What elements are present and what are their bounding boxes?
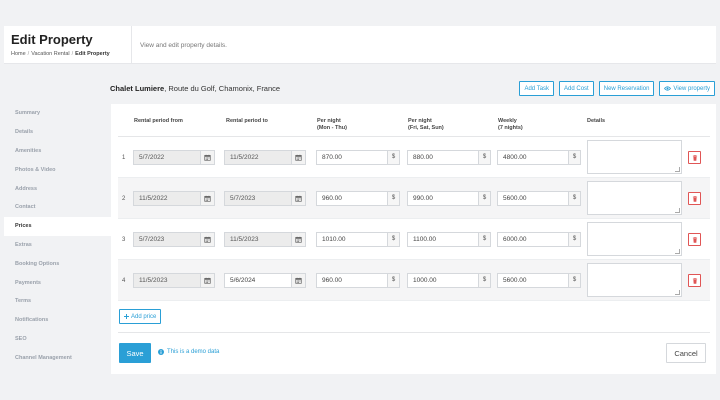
trash-icon — [692, 154, 697, 161]
weekend-price-input[interactable]: 990.00 $ — [407, 191, 491, 206]
details-textarea[interactable] — [587, 222, 682, 256]
add-price-button[interactable]: Add price — [119, 309, 162, 324]
weekend-price-input[interactable]: 1000.00 $ — [407, 273, 491, 288]
calendar-icon[interactable] — [200, 233, 214, 246]
info-icon — [158, 349, 164, 355]
demo-note-text: This is a demo data — [167, 349, 220, 355]
new-reservation-button[interactable]: New Reservation — [598, 81, 655, 96]
table-row: 3 5/7/2023 11/5/2023 1010.00 $ 1100.00 $ 6… — [118, 219, 710, 260]
rental-from-field[interactable]: 5/7/2023 — [133, 232, 215, 247]
action-buttons: Add Task Add Cost New Reservation View p… — [519, 81, 715, 96]
add-task-button[interactable]: Add Task — [519, 81, 555, 96]
calendar-icon[interactable] — [200, 274, 214, 287]
demo-note: This is a demo data — [158, 349, 219, 355]
weekend-price-input[interactable]: 1100.00 $ — [407, 232, 491, 247]
weekday-price-input[interactable]: 1010.00 $ — [316, 232, 400, 247]
page-description: View and edit property details. — [140, 42, 227, 49]
sidebar-item-prices[interactable]: Prices — [4, 216, 111, 236]
sidebar-item-notifications[interactable]: Notifications — [4, 311, 111, 330]
weekend-price-input[interactable]: 880.00 $ — [407, 150, 491, 165]
delete-row-button[interactable] — [688, 192, 701, 205]
details-textarea[interactable] — [587, 140, 682, 174]
delete-row-button[interactable] — [688, 233, 701, 246]
eye-icon — [664, 86, 672, 91]
sidebar-item-amenities[interactable]: Amenities — [4, 142, 111, 161]
rental-to-field[interactable]: 5/7/2023 — [224, 191, 306, 206]
breadcrumb-current: Edit Property — [75, 51, 110, 57]
weekly-price-input[interactable]: 5600.00 $ — [497, 191, 581, 206]
sidebar-item-summary[interactable]: Summary — [4, 104, 111, 123]
trash-icon — [692, 277, 697, 284]
calendar-icon[interactable] — [291, 192, 305, 205]
delete-row-button[interactable] — [688, 151, 701, 164]
sidebar-item-details[interactable]: Details — [4, 123, 111, 142]
weekday-price-input[interactable]: 960.00 $ — [316, 273, 400, 288]
property-heading: Chalet Lumiere, Route du Golf, Chamonix,… — [110, 84, 280, 93]
header-per-night-weekend: Per night (Fri, Sat, Sun) — [408, 118, 444, 131]
calendar-icon[interactable] — [291, 274, 305, 287]
table-row: 4 11/5/2023 5/6/2024 960.00 $ 1000.00 $ 56… — [118, 260, 710, 301]
row-number: 1 — [122, 155, 126, 161]
calendar-icon[interactable] — [200, 192, 214, 205]
table-row: 2 11/5/2022 5/7/2023 960.00 $ 990.00 $ 560… — [118, 178, 710, 219]
calendar-icon[interactable] — [291, 151, 305, 164]
rental-to-field[interactable]: 5/6/2024 — [224, 273, 306, 288]
sidebar-item-terms[interactable]: Terms — [4, 292, 111, 311]
trash-icon — [692, 236, 697, 243]
weekly-price-input[interactable]: 5600.00 $ — [497, 273, 581, 288]
breadcrumb-vacation-rental[interactable]: Vacation Rental — [31, 51, 69, 57]
header-rental-to: Rental period to — [226, 118, 268, 124]
weekly-price-input[interactable]: 6000.00 $ — [497, 232, 581, 247]
trash-icon — [692, 195, 697, 202]
plus-icon — [124, 314, 129, 319]
weekday-price-input[interactable]: 870.00 $ — [316, 150, 400, 165]
sidebar-item-contact[interactable]: Contact — [4, 198, 111, 217]
calendar-icon[interactable] — [291, 233, 305, 246]
property-address: , Route du Golf, Chamonix, France — [164, 84, 281, 93]
row-number: 4 — [122, 278, 126, 284]
page-title: Edit Property — [11, 32, 93, 47]
sidebar-item-payments[interactable]: Payments — [4, 273, 111, 292]
calendar-icon[interactable] — [200, 151, 214, 164]
view-property-button[interactable]: View property — [659, 81, 715, 96]
sidebar: Summary Details Amenities Photos & Video… — [4, 104, 111, 367]
sidebar-item-seo[interactable]: SEO — [4, 330, 111, 349]
footer-divider — [118, 332, 710, 333]
details-textarea[interactable] — [587, 181, 682, 215]
add-cost-button[interactable]: Add Cost — [559, 81, 594, 96]
sidebar-item-extras[interactable]: Extras — [4, 236, 111, 255]
weekly-price-input[interactable]: 4800.00 $ — [497, 150, 581, 165]
details-textarea[interactable] — [587, 263, 682, 297]
header-per-night-weekday: Per night (Mon - Thu) — [317, 118, 347, 131]
header-details: Details — [587, 118, 606, 124]
rental-from-field[interactable]: 11/5/2022 — [133, 191, 215, 206]
breadcrumb: Home / Vacation Rental / Edit Property — [11, 51, 110, 57]
breadcrumb-home[interactable]: Home — [11, 51, 26, 57]
rental-from-field[interactable]: 11/5/2023 — [133, 273, 215, 288]
header-rental-from: Rental period from — [134, 118, 183, 124]
sidebar-item-address[interactable]: Address — [4, 179, 111, 198]
rental-to-field[interactable]: 11/5/2022 — [224, 150, 306, 165]
sidebar-item-booking-options[interactable]: Booking Options — [4, 254, 111, 273]
weekday-price-input[interactable]: 960.00 $ — [316, 191, 400, 206]
property-name: Chalet Lumiere — [110, 84, 165, 93]
sidebar-item-channel-management[interactable]: Channel Management — [4, 348, 111, 367]
prices-panel: Rental period from Rental period to Per … — [111, 104, 716, 374]
page-header: Edit Property Home / Vacation Rental / Edit … — [4, 26, 716, 64]
rental-to-field[interactable]: 11/5/2023 — [224, 232, 306, 247]
delete-row-button[interactable] — [688, 274, 701, 287]
cancel-button[interactable]: Cancel — [666, 343, 706, 363]
sidebar-item-photos-video[interactable]: Photos & Video — [4, 160, 111, 179]
row-number: 2 — [122, 196, 126, 202]
view-property-label: View property — [673, 85, 710, 92]
add-price-label: Add price — [131, 313, 157, 320]
row-number: 3 — [122, 237, 126, 243]
header-weekly: Weekly (7 nights) — [498, 118, 523, 131]
header-title-block: Edit Property Home / Vacation Rental / Edit … — [4, 26, 132, 63]
table-row: 1 5/7/2022 11/5/2022 870.00 $ 880.00 $ 480… — [118, 137, 710, 178]
rental-from-field[interactable]: 5/7/2022 — [133, 150, 215, 165]
save-button[interactable]: Save — [119, 343, 151, 363]
